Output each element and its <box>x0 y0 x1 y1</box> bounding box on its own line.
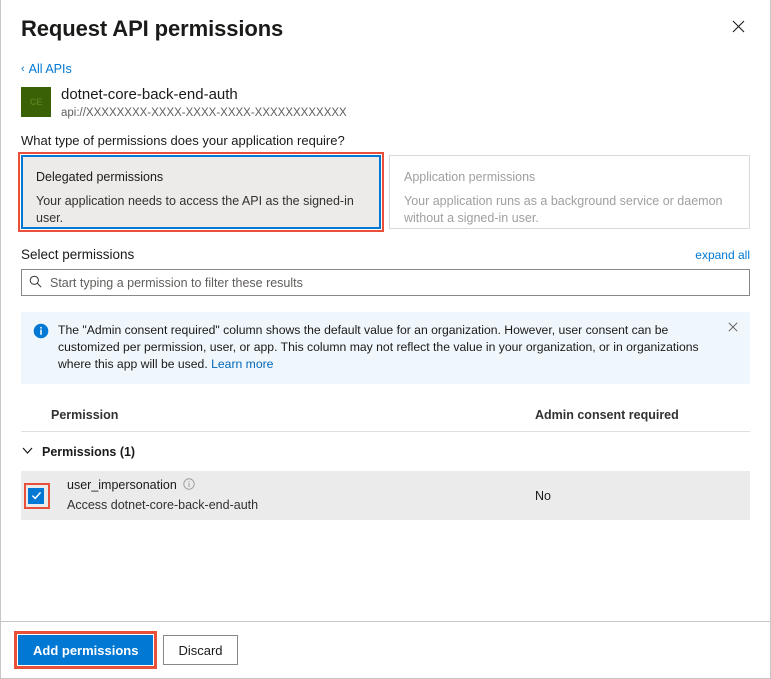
application-permissions-card[interactable]: Application permissions Your application… <box>389 155 750 229</box>
delegated-permissions-title: Delegated permissions <box>36 170 164 184</box>
search-input[interactable] <box>48 270 742 295</box>
permission-checkbox-cell <box>21 482 51 509</box>
application-permissions-title: Application permissions <box>404 170 536 184</box>
api-name: dotnet-core-back-end-auth <box>61 86 238 103</box>
permission-checkbox[interactable] <box>28 487 44 504</box>
api-identity: CE dotnet-core-back-end-auth api://XXXXX… <box>21 85 750 121</box>
info-icon <box>33 323 49 373</box>
discard-button[interactable]: Discard <box>163 635 238 665</box>
select-permissions-title: Select permissions <box>21 247 135 262</box>
permissions-group-toggle[interactable]: Permissions (1) <box>21 432 750 471</box>
select-permissions-header: Select permissions expand all <box>21 247 750 262</box>
add-permissions-button-wrap: Add permissions <box>14 631 158 669</box>
close-icon <box>732 20 745 33</box>
page-title: Request API permissions <box>21 16 284 41</box>
panel-header: Request API permissions <box>1 0 770 52</box>
breadcrumb-label: All APIs <box>28 62 72 76</box>
info-banner-text: The "Admin consent required" column show… <box>58 322 716 373</box>
table-header-row: Permission Admin consent required <box>21 408 750 432</box>
table-header-admin-consent: Admin consent required <box>535 408 679 422</box>
expand-all-link[interactable]: expand all <box>695 248 750 262</box>
api-app-icon: CE <box>21 87 51 117</box>
permission-type-options: Delegated permissions Your application n… <box>18 152 750 232</box>
admin-consent-info-banner: The "Admin consent required" column show… <box>21 312 750 384</box>
delegated-permissions-description: Your application needs to access the API… <box>36 194 354 225</box>
permission-details: user_impersonation Access dotnet-core-ba… <box>51 477 535 514</box>
permission-description: Access dotnet-core-back-end-auth <box>67 498 259 512</box>
delegated-permissions-card[interactable]: Delegated permissions Your application n… <box>21 155 381 229</box>
learn-more-link[interactable]: Learn more <box>211 357 273 371</box>
api-uri: api://XXXXXXXX-XXXX-XXXX-XXXX-XXXXXXXXXX… <box>61 107 347 119</box>
permissions-table: Permission Admin consent required Permis… <box>21 408 750 520</box>
info-banner-message: The "Admin consent required" column show… <box>58 323 699 371</box>
panel-body: ‹ All APIs CE dotnet-core-back-end-auth … <box>1 52 770 520</box>
table-header-permission: Permission <box>51 408 119 422</box>
chevron-left-icon: ‹ <box>21 62 25 75</box>
permission-name: user_impersonation <box>67 478 177 492</box>
breadcrumb-all-apis-link[interactable]: ‹ All APIs <box>21 62 72 76</box>
search-icon <box>29 275 48 291</box>
table-row[interactable]: user_impersonation Access dotnet-core-ba… <box>21 471 750 520</box>
request-api-permissions-panel: Request API permissions ‹ All APIs CE do… <box>0 0 771 679</box>
chevron-down-icon <box>21 444 34 460</box>
panel-footer: Add permissions Discard <box>1 621 770 678</box>
dismiss-banner-button[interactable] <box>724 318 742 336</box>
info-circle-icon[interactable] <box>183 478 195 493</box>
application-permissions-description: Your application runs as a background se… <box>404 194 723 225</box>
permission-admin-consent-value: No <box>535 488 551 503</box>
close-icon <box>728 320 738 335</box>
permission-filter-box[interactable] <box>21 269 750 296</box>
add-permissions-button[interactable]: Add permissions <box>18 635 154 665</box>
application-permissions-card-wrap: Application permissions Your application… <box>389 155 750 229</box>
permissions-group-label: Permissions (1) <box>42 445 136 459</box>
close-panel-button[interactable] <box>722 10 754 42</box>
delegated-permissions-card-wrap: Delegated permissions Your application n… <box>18 152 384 232</box>
permission-type-question: What type of permissions does your appli… <box>21 133 345 148</box>
